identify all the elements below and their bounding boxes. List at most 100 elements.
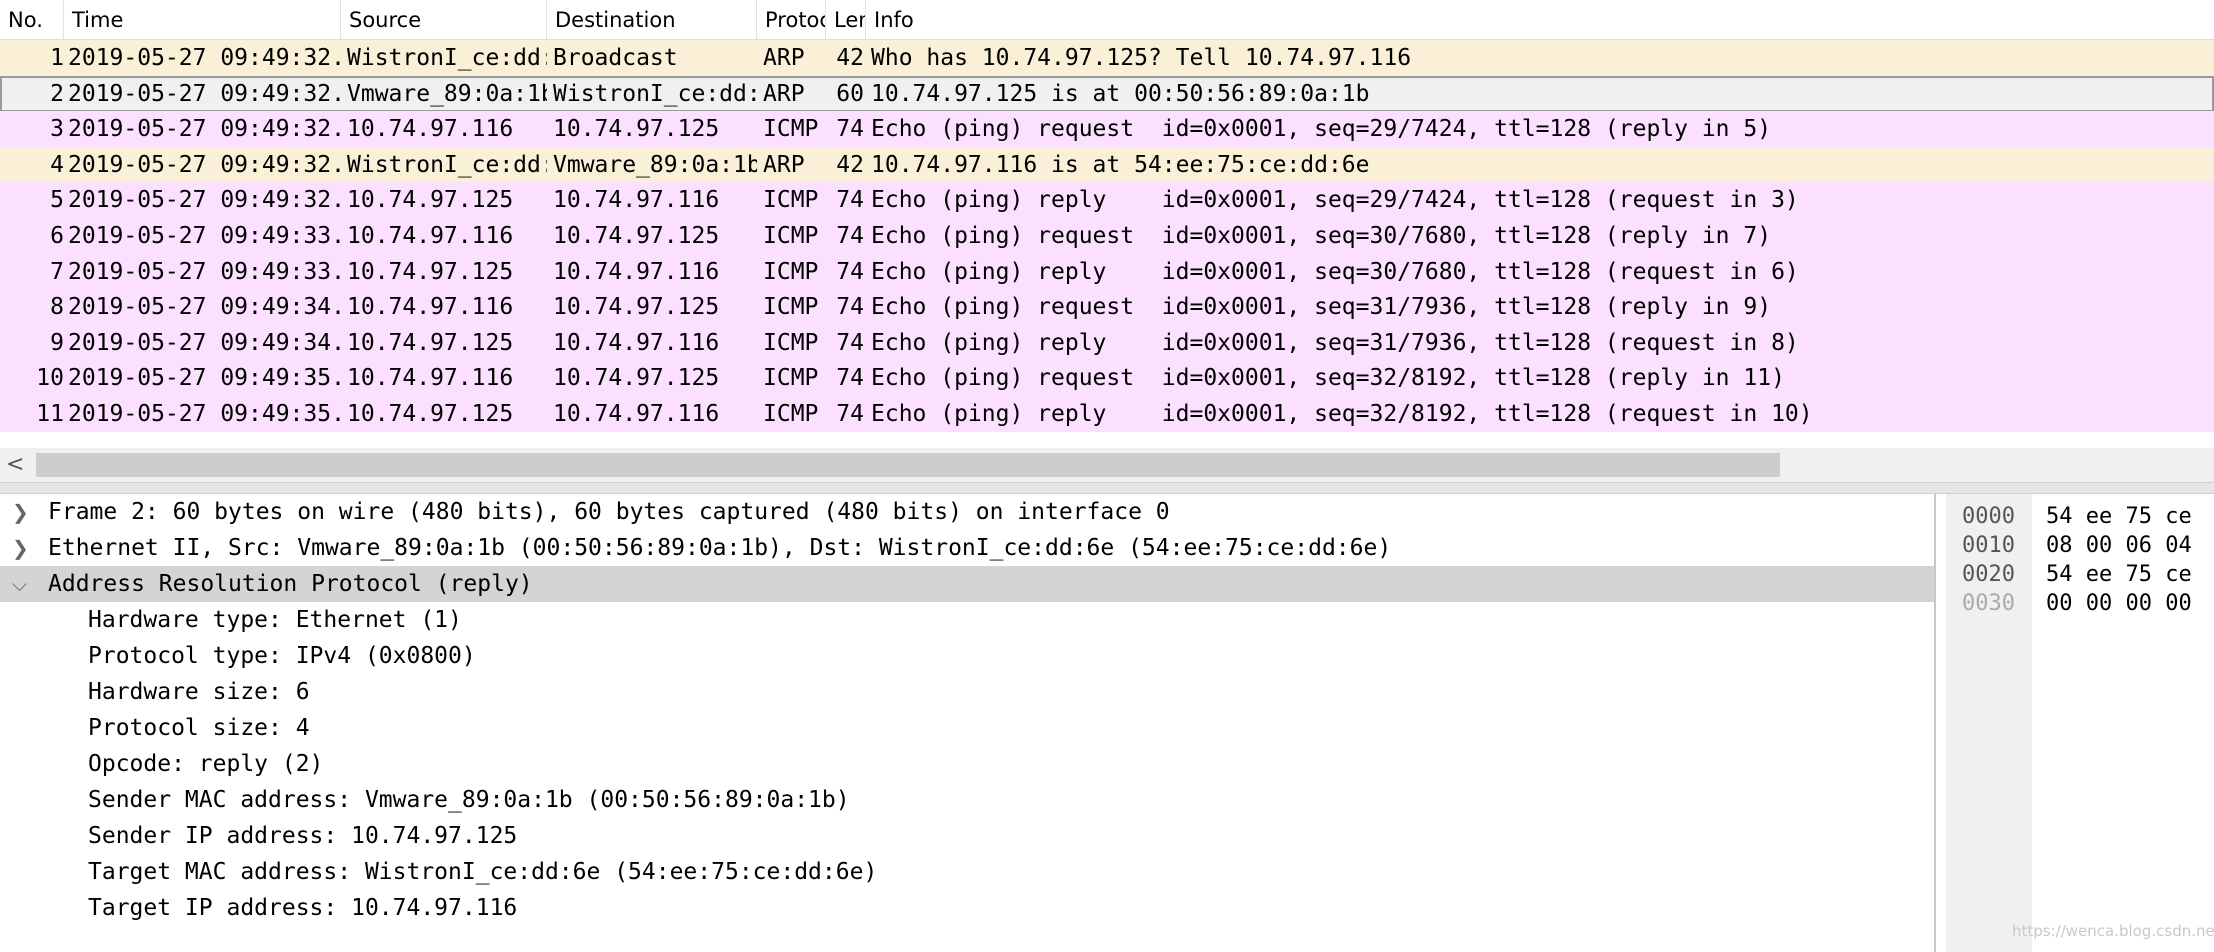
byte-hex: 00 00 00 00 (2046, 591, 2192, 616)
cell-info: 10.74.97.116 is at 54:ee:75:ce:dd:6e (871, 151, 1370, 178)
tree-item-arp-field[interactable]: Target MAC address: WistronI_ce:dd:6e (5… (0, 854, 1934, 890)
scroll-left-icon[interactable]: < (6, 448, 24, 482)
tree-item-arp[interactable]: ⌵ Address Resolution Protocol (reply) (0, 566, 1934, 602)
cell-info: Who has 10.74.97.125? Tell 10.74.97.116 (871, 45, 1412, 71)
byte-row[interactable]: 0000 54 ee 75 ce (1946, 502, 2214, 531)
scrollbar-thumb[interactable] (36, 453, 1780, 477)
tree-item-frame[interactable]: ❯ Frame 2: 60 bytes on wire (480 bits), … (0, 494, 1934, 530)
packet-list-horizontal-scrollbar[interactable]: < (0, 448, 2214, 482)
column-header-info[interactable]: Info (866, 0, 2214, 40)
cell-length: 74 (836, 294, 864, 321)
tree-item-label: Target MAC address: WistronI_ce:dd:6e (5… (88, 859, 878, 885)
cell-time: 2019-05-27 09:49:32.263704 (68, 187, 341, 214)
byte-offset: 0030 (1962, 591, 2015, 616)
tree-item-label: Opcode: reply (2) (88, 751, 324, 777)
cell-source: 10.74.97.116 (347, 223, 514, 249)
byte-hex: 54 ee 75 ce (2046, 504, 2192, 529)
tree-item-arp-field[interactable]: Protocol type: IPv4 (0x0800) (0, 638, 1934, 674)
packet-row[interactable]: 72019-05-27 09:49:33.26326010.74.97.125 1… (0, 253, 2214, 290)
packet-row[interactable]: 42019-05-27 09:49:32.262079WistronI_ce:d… (0, 146, 2214, 183)
tree-item-label: Hardware size: 6 (88, 679, 310, 705)
column-header-time[interactable]: Time (64, 0, 341, 40)
cell-source: 10.74.97.125 (347, 329, 514, 356)
packet-row[interactable]: 22019-05-27 09:49:32.261143Vmware_89:0a:… (0, 75, 2214, 112)
cell-no: 9 (50, 329, 64, 356)
tree-item-label: Protocol size: 4 (88, 715, 310, 741)
tree-item-label: Sender IP address: 10.74.97.125 (88, 823, 518, 849)
cell-no: 1 (50, 45, 64, 71)
packet-row[interactable]: 52019-05-27 09:49:32.26370410.74.97.125 1… (0, 182, 2214, 219)
cell-length: 74 (836, 365, 864, 392)
tree-item-label: Hardware type: Ethernet (1) (88, 607, 462, 633)
cell-time: 2019-05-27 09:49:32.262079 (68, 151, 341, 178)
tree-item-label: Protocol type: IPv4 (0x0800) (88, 643, 476, 669)
cell-source: WistronI_ce:dd:6e (347, 45, 547, 71)
cell-protocol: ICMP (763, 116, 819, 143)
cell-no: 11 (36, 401, 64, 427)
packet-details-pane[interactable]: ❯ Frame 2: 60 bytes on wire (480 bits), … (0, 494, 1936, 952)
byte-row[interactable]: 0030 00 00 00 00 (1946, 589, 2214, 618)
cell-source: 10.74.97.125 (347, 187, 514, 214)
packet-row[interactable]: 92019-05-27 09:49:34.26854410.74.97.125 1… (0, 324, 2214, 361)
cell-length: 42 (836, 151, 864, 178)
cell-time: 2019-05-27 09:49:34.268544 (68, 329, 341, 356)
column-header-source[interactable]: Source (341, 0, 547, 40)
cell-protocol: ARP (763, 45, 805, 71)
packet-row[interactable]: 32019-05-27 09:49:32.26116110.74.97.116 1… (0, 111, 2214, 148)
packet-bytes-pane[interactable]: 0000 54 ee 75 ce 0010 08 00 06 04 0020 54 ee … (1946, 494, 2214, 952)
cell-info: Echo (ping) reply id=0x0001, seq=30/7680… (871, 258, 1799, 285)
cell-info: Echo (ping) reply id=0x0001, seq=31/7936… (871, 329, 1799, 356)
cell-info: Echo (ping) reply id=0x0001, seq=29/7424… (871, 187, 1799, 214)
cell-protocol: ICMP (763, 329, 819, 356)
cell-protocol: ICMP (763, 401, 819, 427)
cell-info: 10.74.97.125 is at 00:50:56:89:0a:1b (871, 80, 1370, 107)
cell-no: 4 (50, 151, 64, 178)
cell-destination: Broadcast (553, 45, 678, 71)
tree-item-arp-field[interactable]: Sender IP address: 10.74.97.125 (0, 818, 1934, 854)
cell-destination: 10.74.97.116 (553, 258, 720, 285)
packet-row[interactable]: 102019-05-27 09:49:35.27039310.74.97.116… (0, 360, 2214, 397)
column-header-protocol[interactable]: Protocol (757, 0, 826, 40)
cell-destination: 10.74.97.116 (553, 401, 720, 427)
column-header-no[interactable]: No. (0, 0, 64, 40)
cell-time: 2019-05-27 09:49:33.263260 (68, 258, 341, 285)
column-header-destination[interactable]: Destination (547, 0, 757, 40)
pane-splitter[interactable] (0, 482, 2214, 494)
tree-item-arp-field[interactable]: Opcode: reply (2) (0, 746, 1934, 782)
cell-source: 10.74.97.116 (347, 365, 514, 392)
chevron-down-icon[interactable]: ⌵ (12, 566, 32, 602)
cell-time: 2019-05-27 09:49:32.261143 (68, 80, 341, 107)
cell-length: 74 (836, 258, 864, 285)
byte-row[interactable]: 0020 54 ee 75 ce (1946, 560, 2214, 589)
packet-row[interactable]: 12019-05-27 09:49:32.260433WistronI_ce:d… (0, 40, 2214, 76)
cell-protocol: ICMP (763, 187, 819, 214)
cell-length: 74 (836, 223, 864, 249)
cell-length: 74 (836, 401, 864, 427)
cell-no: 7 (50, 258, 64, 285)
cell-destination: 10.74.97.125 (553, 116, 720, 143)
packet-row[interactable]: 62019-05-27 09:49:33.26248910.74.97.116 1… (0, 218, 2214, 254)
column-header-length[interactable]: Leng (826, 0, 866, 40)
tree-item-arp-field[interactable]: Hardware size: 6 (0, 674, 1934, 710)
cell-length: 74 (836, 116, 864, 143)
cell-protocol: ICMP (763, 258, 819, 285)
tree-item-arp-field[interactable]: Target IP address: 10.74.97.116 (0, 890, 1934, 926)
byte-row[interactable]: 0010 08 00 06 04 (1946, 531, 2214, 560)
chevron-right-icon[interactable]: ❯ (12, 530, 32, 566)
packet-list[interactable]: No. Time Source Destination Protocol Len… (0, 0, 2214, 440)
tree-item-arp-field[interactable]: Hardware type: Ethernet (1) (0, 602, 1934, 638)
tree-item-ethernet[interactable]: ❯ Ethernet II, Src: Vmware_89:0a:1b (00:… (0, 530, 1934, 566)
chevron-right-icon[interactable]: ❯ (12, 494, 32, 530)
packet-row[interactable]: 112019-05-27 09:49:35.27112410.74.97.125… (0, 396, 2214, 432)
tree-item-label: Address Resolution Protocol (reply) (48, 571, 533, 597)
cell-destination: 10.74.97.116 (553, 329, 720, 356)
cell-time: 2019-05-27 09:49:33.262489 (68, 223, 341, 249)
tree-item-arp-field[interactable]: Sender MAC address: Vmware_89:0a:1b (00:… (0, 782, 1934, 818)
packet-row[interactable]: 82019-05-27 09:49:34.26754610.74.97.116 1… (0, 289, 2214, 326)
cell-destination: 10.74.97.125 (553, 223, 720, 249)
byte-offset: 0020 (1962, 562, 2015, 587)
cell-source: 10.74.97.116 (347, 116, 514, 143)
cell-protocol: ARP (763, 80, 805, 107)
packet-list-header: No. Time Source Destination Protocol Len… (0, 0, 2214, 40)
tree-item-arp-field[interactable]: Protocol size: 4 (0, 710, 1934, 746)
